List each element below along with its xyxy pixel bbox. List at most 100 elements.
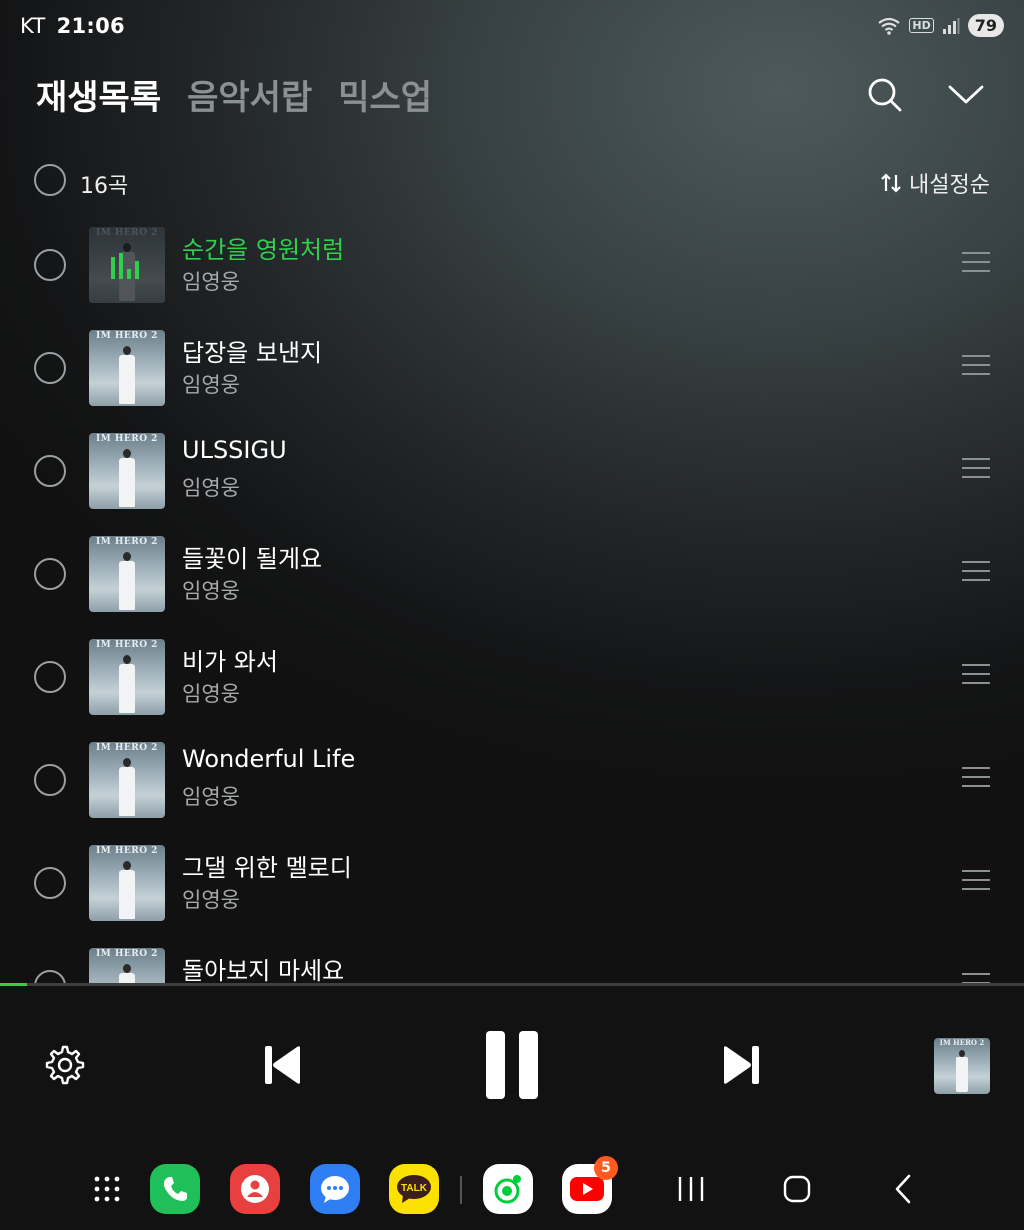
skip-previous-icon (265, 1046, 300, 1084)
pause-button[interactable] (484, 1030, 540, 1104)
carrier-label: KT (20, 14, 46, 38)
album-art-figure (956, 1050, 968, 1092)
tab-playlist[interactable]: 재생목록 (36, 70, 161, 119)
track-title: 들꽃이 될게요 (182, 545, 323, 573)
collapse-button[interactable] (944, 72, 988, 116)
youtube-notification-badge: 5 (594, 1156, 618, 1180)
apps-grid-button[interactable] (82, 1164, 132, 1214)
skip-next-icon (724, 1046, 759, 1084)
now-playing-album-art[interactable]: IM HERO 2 (934, 1038, 990, 1094)
recent-apps-button[interactable] (666, 1164, 716, 1214)
hd-voice-icon: HD (909, 18, 934, 33)
header-tabs: 재생목록 음악서랍 믹스업 (36, 70, 432, 119)
track-artist: 임영웅 (182, 579, 240, 603)
player-controls: IM HERO 2 (0, 986, 1024, 1146)
track-select-checkbox[interactable] (34, 352, 66, 384)
track-album-art: IM HERO 2 (89, 433, 165, 509)
track-select-checkbox[interactable] (34, 764, 66, 796)
search-button[interactable] (862, 72, 906, 116)
drag-handle-icon[interactable] (962, 664, 990, 686)
track-title: Wonderful Life (182, 745, 356, 773)
album-art-text: IM HERO 2 (96, 640, 158, 650)
track-album-art: IM HERO 2 (89, 639, 165, 715)
melon-icon (494, 1175, 521, 1204)
track-row[interactable]: IM HERO 2 그댈 위한 멜로디 임영웅 (0, 831, 1024, 934)
track-album-art: IM HERO 2 (89, 948, 165, 983)
track-artist: 임영웅 (182, 785, 240, 809)
track-album-art: IM HERO 2 (89, 536, 165, 612)
back-button[interactable] (878, 1164, 928, 1214)
status-left: KT 21:06 (20, 14, 125, 38)
gear-icon (45, 1045, 85, 1085)
track-row[interactable]: IM HERO 2 순간을 영원처럼임영웅 (0, 213, 1024, 316)
album-art-figure (119, 552, 135, 610)
track-row[interactable]: IM HERO 2 Wonderful Life 임영웅 (0, 728, 1024, 831)
album-art-text: IM HERO 2 (96, 743, 158, 753)
drag-handle-icon[interactable] (962, 870, 990, 892)
tab-mixup[interactable]: 믹스업 (338, 70, 432, 119)
track-album-art: IM HERO 2 (89, 742, 165, 818)
kakaotalk-app[interactable]: TALK (389, 1164, 439, 1214)
track-title: ULSSIGU (182, 436, 287, 464)
sort-button[interactable]: 내설정순 (879, 167, 990, 199)
equalizer-icon (111, 253, 143, 279)
track-title: 순간을 영원처럼 (182, 236, 345, 264)
signal-icon (942, 17, 960, 34)
youtube-app[interactable]: 5 (562, 1156, 618, 1214)
tab-music-drawer[interactable]: 음악서랍 (187, 70, 312, 119)
apps-grid-icon (94, 1176, 120, 1202)
album-art-text: IM HERO 2 (96, 846, 158, 856)
drag-handle-icon[interactable] (962, 561, 990, 583)
next-button[interactable] (722, 1044, 762, 1090)
track-artist: 임영웅 (182, 476, 240, 500)
track-title: 돌아보지 마세요 (182, 957, 345, 983)
drag-handle-icon[interactable] (962, 973, 990, 983)
system-navbar: TALK 5 (0, 1146, 1024, 1230)
track-select-checkbox[interactable] (34, 970, 66, 983)
select-all-checkbox[interactable] (34, 164, 66, 196)
drag-handle-icon[interactable] (962, 458, 990, 480)
track-artist: 임영웅 (182, 373, 240, 397)
contacts-app[interactable] (230, 1164, 280, 1214)
chevron-down-icon (948, 85, 984, 104)
phone-icon (163, 1177, 187, 1201)
album-art-figure (119, 655, 135, 713)
track-row[interactable]: IM HERO 2 비가 와서 임영웅 (0, 625, 1024, 728)
drag-handle-icon[interactable] (962, 767, 990, 789)
track-row[interactable]: IM HERO 2돌아보지 마세요임영웅 (0, 934, 1024, 983)
track-count: 16곡 (80, 174, 129, 199)
home-button[interactable] (772, 1164, 822, 1214)
phone-app[interactable] (150, 1164, 200, 1214)
track-select-checkbox[interactable] (34, 558, 66, 590)
track-row[interactable]: IM HERO 2 ULSSIGU 임영웅 (0, 419, 1024, 522)
album-art-text: IM HERO 2 (96, 949, 158, 959)
back-icon (895, 1174, 911, 1204)
album-art-text: IM HERO 2 (96, 434, 158, 444)
settings-button[interactable] (44, 1044, 86, 1090)
sort-label: 내설정순 (909, 173, 990, 198)
pause-icon (486, 1031, 538, 1099)
kakaotalk-icon: TALK (397, 1175, 431, 1203)
album-art-figure (119, 449, 135, 507)
navbar-divider (460, 1176, 462, 1204)
track-select-checkbox[interactable] (34, 867, 66, 899)
track-select-checkbox[interactable] (34, 661, 66, 693)
melon-app[interactable] (483, 1164, 533, 1214)
track-select-checkbox[interactable] (34, 249, 66, 281)
previous-button[interactable] (262, 1044, 302, 1090)
drag-handle-icon[interactable] (962, 355, 990, 377)
track-row[interactable]: IM HERO 2 답장을 보낸지 임영웅 (0, 316, 1024, 419)
youtube-icon (570, 1177, 604, 1201)
track-select-checkbox[interactable] (34, 455, 66, 487)
drag-handle-icon[interactable] (962, 252, 990, 274)
track-album-art: IM HERO 2 (89, 227, 165, 303)
wifi-icon (878, 17, 901, 35)
home-icon (783, 1175, 811, 1203)
track-row[interactable]: IM HERO 2 들꽃이 될게요임영웅 (0, 522, 1024, 625)
track-title: 비가 와서 (182, 648, 278, 676)
track-title: 답장을 보낸지 (182, 339, 323, 367)
clock: 21:06 (56, 14, 125, 38)
messages-app[interactable] (310, 1164, 360, 1214)
album-art-figure (119, 964, 135, 983)
album-art-text: IM HERO 2 (96, 537, 158, 547)
